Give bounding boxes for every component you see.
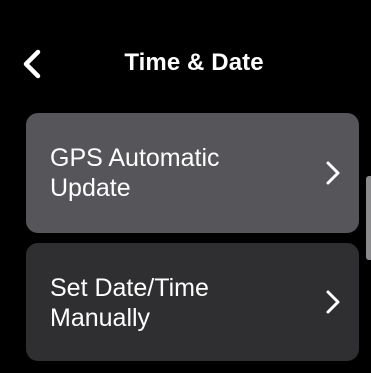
chevron-right-icon xyxy=(325,159,341,187)
menu-item-label: Set Date/Time Manually xyxy=(50,274,209,332)
set-date-time-manually-item[interactable]: Set Date/Time Manually xyxy=(26,243,359,361)
header: Time & Date xyxy=(0,0,371,110)
scrollbar[interactable] xyxy=(366,176,371,260)
page-title: Time & Date xyxy=(124,49,264,76)
menu-item-label: GPS Automatic Update xyxy=(50,144,220,202)
gps-automatic-update-item[interactable]: GPS Automatic Update xyxy=(26,113,359,233)
chevron-right-icon xyxy=(325,288,341,316)
